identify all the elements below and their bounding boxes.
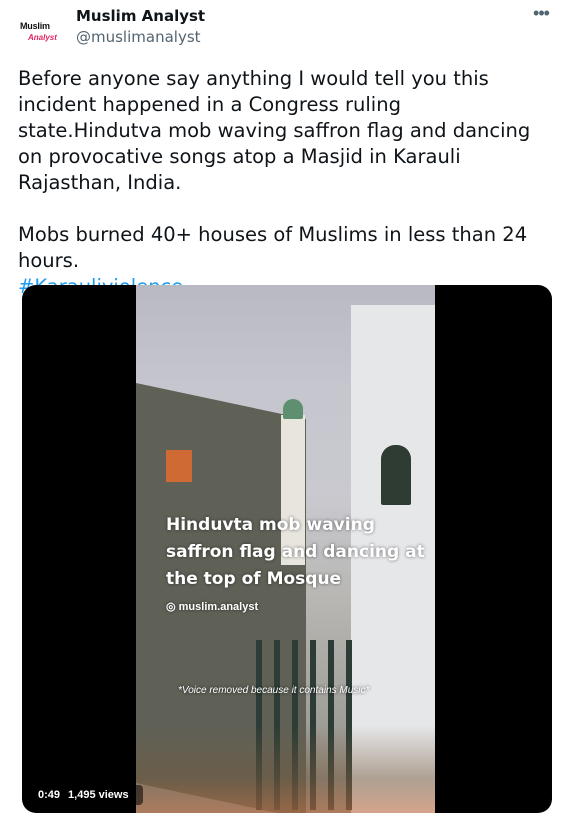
- avatar-text-line2: Analyst: [28, 33, 57, 42]
- user-handle[interactable]: @muslimanalyst: [76, 28, 201, 46]
- tweet-text: Before anyone say anything I would tell …: [18, 66, 548, 300]
- video-overlay-note: *Voice removed because it contains Music…: [178, 685, 370, 696]
- more-options-icon[interactable]: •••: [529, 2, 553, 26]
- video-frame: Hinduvta mob waving saffron flag and dan…: [136, 285, 435, 813]
- minaret-dome: [283, 399, 303, 419]
- saffron-flag: [166, 450, 192, 482]
- tweet-header: Muslim Analyst Muslim Analyst @muslimana…: [0, 0, 561, 60]
- video-duration: 0:49: [38, 789, 61, 801]
- display-name[interactable]: Muslim Analyst: [76, 7, 205, 25]
- video-meta: 0:49 1,495 views: [32, 785, 143, 805]
- crowd: [136, 725, 435, 813]
- video-player[interactable]: Hinduvta mob waving saffron flag and dan…: [22, 285, 552, 813]
- avatar-text-line1: Muslim: [20, 21, 50, 31]
- video-overlay-title: Hinduvta mob waving saffron flag and dan…: [166, 515, 425, 589]
- tweet-body: Before anyone say anything I would tell …: [18, 67, 531, 272]
- video-overlay-credit: ◎ muslim.analyst: [166, 601, 259, 613]
- arched-window: [381, 445, 411, 505]
- video-views: 1,495 views: [68, 789, 129, 801]
- avatar[interactable]: Muslim Analyst: [16, 8, 64, 56]
